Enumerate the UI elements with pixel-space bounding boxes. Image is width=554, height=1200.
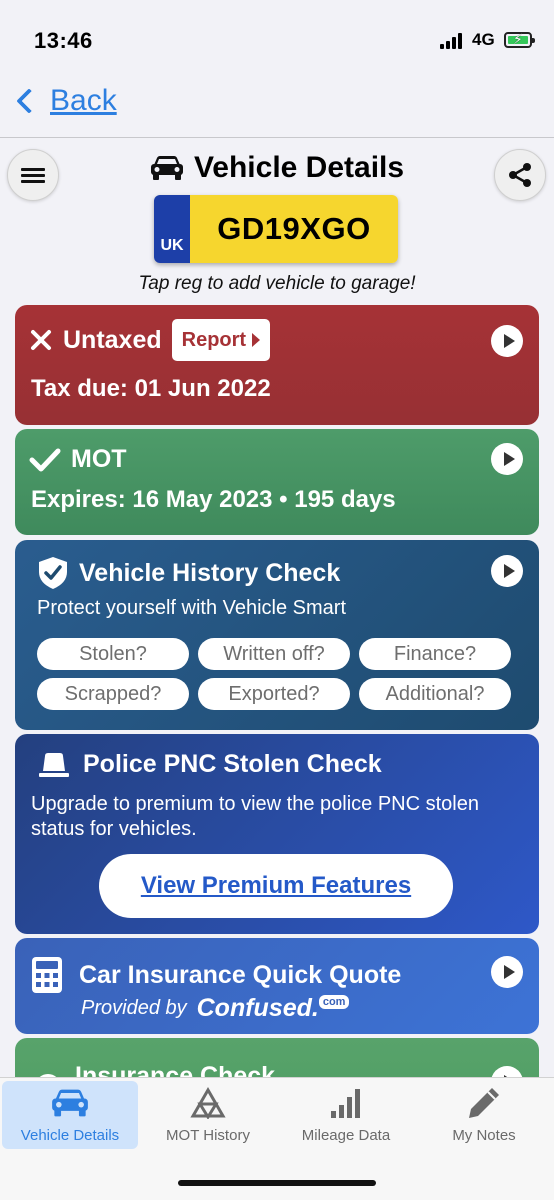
tab-label: Vehicle Details xyxy=(20,1127,120,1144)
plate-registration: GD19XGO xyxy=(190,195,398,263)
page-title: Vehicle Details xyxy=(193,151,405,184)
chevron-left-icon xyxy=(16,88,42,114)
chip-scrapped[interactable]: Scrapped? xyxy=(37,678,189,710)
battery-icon: ⚡ xyxy=(504,31,535,48)
history-chips: Stolen? Written off? Finance? Scrapped? … xyxy=(37,638,511,710)
navigation-bar: Back xyxy=(0,72,554,138)
registration-plate[interactable]: UK GD19XGO xyxy=(154,195,398,263)
status-time: 13:46 xyxy=(34,28,93,53)
pnc-check-card: Police PNC Stolen Check Upgrade to premi… xyxy=(15,734,539,934)
signal-icon xyxy=(440,33,464,49)
tab-label: MOT History xyxy=(166,1127,250,1144)
shield-check-icon xyxy=(39,557,67,589)
chip-exported[interactable]: Exported? xyxy=(198,678,350,710)
insurance-title-row: Insurance Check xyxy=(35,1052,275,1077)
quote-provider-row: Provided by Confused. com xyxy=(81,994,350,1023)
quote-title-row: Car Insurance Quick Quote xyxy=(31,956,401,994)
tab-my-notes[interactable]: My Notes xyxy=(416,1081,552,1149)
report-label: Report xyxy=(181,328,247,351)
tax-due: Tax due: 01 Jun 2022 xyxy=(31,375,271,402)
page-title-row: Vehicle Details xyxy=(0,151,554,185)
tax-status: Untaxed xyxy=(63,325,162,354)
back-label: Back xyxy=(50,84,117,117)
chip-additional[interactable]: Additional? xyxy=(359,678,511,710)
share-button[interactable] xyxy=(494,149,546,201)
history-subtitle: Protect yourself with Vehicle Smart xyxy=(37,597,347,619)
report-button[interactable]: Report xyxy=(171,319,271,361)
network-label: 4G xyxy=(472,30,495,49)
pnc-title: Police PNC Stolen Check xyxy=(83,750,382,778)
chip-stolen[interactable]: Stolen? xyxy=(37,638,189,670)
tab-vehicle-details[interactable]: Vehicle Details xyxy=(2,1081,138,1149)
calculator-icon xyxy=(32,957,62,993)
history-title-row: Vehicle History Check xyxy=(37,556,340,590)
bar-chart-icon xyxy=(331,1089,360,1118)
share-icon xyxy=(509,163,531,187)
mot-open-icon[interactable] xyxy=(491,443,523,475)
close-icon xyxy=(31,330,51,350)
pnc-description: Upgrade to premium to view the police PN… xyxy=(31,793,479,840)
chip-finance[interactable]: Finance? xyxy=(359,638,511,670)
insurance-quote-card[interactable]: Car Insurance Quick Quote Provided by Co… xyxy=(15,938,539,1034)
checkmark-icon xyxy=(29,448,61,471)
tax-title-row: Untaxed Report xyxy=(29,319,271,361)
provided-by-label: Provided by xyxy=(81,997,187,1019)
car-icon xyxy=(52,1089,88,1117)
tab-mileage-data[interactable]: Mileage Data xyxy=(278,1081,414,1149)
confused-logo-suffix: com xyxy=(318,995,350,1009)
history-open-icon[interactable] xyxy=(491,555,523,587)
chip-written-off[interactable]: Written off? xyxy=(198,638,350,670)
mot-icon xyxy=(190,1087,226,1119)
confused-logo: Confused. xyxy=(196,994,319,1022)
home-indicator xyxy=(178,1180,376,1186)
back-button[interactable]: Back xyxy=(12,84,117,118)
car-icon xyxy=(150,156,183,180)
insurance-check-card[interactable]: Insurance Check xyxy=(15,1038,539,1077)
plate-country: UK xyxy=(154,195,190,263)
tab-label: Mileage Data xyxy=(301,1127,391,1144)
quote-open-icon[interactable] xyxy=(491,956,523,988)
police-light-icon xyxy=(39,752,69,777)
pnc-title-row: Police PNC Stolen Check xyxy=(37,750,382,779)
tax-open-icon[interactable] xyxy=(491,325,523,357)
insurance-title: Insurance Check xyxy=(75,1061,276,1078)
mot-title-row: MOT xyxy=(29,445,127,474)
view-premium-button[interactable]: View Premium Features xyxy=(99,854,453,918)
tab-label: My Notes xyxy=(452,1127,516,1144)
mot-status: MOT xyxy=(71,445,127,473)
mot-expiry: Expires: 16 May 2023 • 195 days xyxy=(31,486,396,513)
tax-card[interactable]: Untaxed Report Tax due: 01 Jun 2022 xyxy=(15,305,539,425)
caret-right-icon xyxy=(252,333,261,347)
pencil-icon xyxy=(469,1088,499,1118)
mot-card[interactable]: MOT Expires: 16 May 2023 • 195 days xyxy=(15,429,539,535)
tab-mot-history[interactable]: MOT History xyxy=(140,1081,276,1149)
vehicle-details-content[interactable]: Vehicle Details UK GD19XGO Tap reg to ad… xyxy=(0,139,554,1077)
insurance-open-icon[interactable] xyxy=(491,1066,523,1077)
history-check-card[interactable]: Vehicle History Check Protect yourself w… xyxy=(15,540,539,730)
garage-hint: Tap reg to add vehicle to garage! xyxy=(138,273,416,294)
status-bar: 13:46 4G ⚡ xyxy=(0,0,554,72)
history-title: Vehicle History Check xyxy=(79,558,341,587)
quote-title: Car Insurance Quick Quote xyxy=(79,960,402,989)
